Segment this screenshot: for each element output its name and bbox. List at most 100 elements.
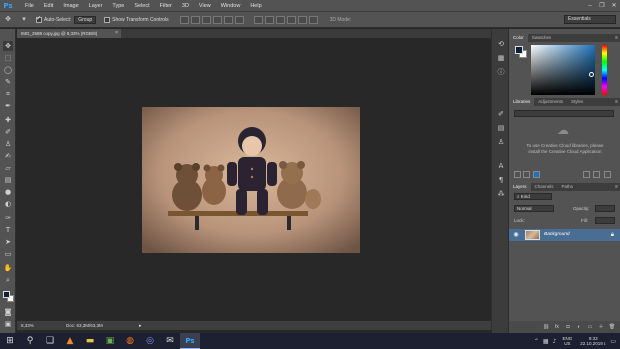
- visibility-eye-icon[interactable]: ◉: [512, 231, 520, 239]
- move-tool-icon[interactable]: ✥: [3, 41, 13, 51]
- brush-tool-icon[interactable]: ✐: [3, 127, 13, 137]
- library-add-color-icon[interactable]: [533, 171, 540, 178]
- tray-expand-icon[interactable]: ⌃: [534, 338, 539, 345]
- zoom-level[interactable]: 8,33%: [21, 321, 34, 331]
- screen-mode-icon[interactable]: ▣: [3, 319, 13, 329]
- tab-swatches[interactable]: Swatches: [528, 34, 556, 42]
- firefox-icon[interactable]: ◍: [120, 333, 140, 349]
- distribute-hcenter-icon[interactable]: [297, 15, 307, 24]
- foreground-color-swatch[interactable]: [3, 291, 10, 298]
- menu-view[interactable]: View: [194, 0, 216, 12]
- vlc-icon[interactable]: ▲: [60, 333, 80, 349]
- tab-color[interactable]: Color: [509, 34, 528, 42]
- blur-tool-icon[interactable]: ●: [3, 187, 13, 197]
- gradient-tool-icon[interactable]: ▤: [3, 175, 13, 185]
- canvas-area[interactable]: [17, 38, 491, 320]
- menu-file[interactable]: File: [20, 0, 39, 12]
- quick-mask-icon[interactable]: ◙: [3, 307, 13, 317]
- add-mask-icon[interactable]: ◘: [564, 324, 572, 331]
- clock[interactable]: 9:33 22.10.2019 г.: [580, 336, 606, 347]
- distribute-left-icon[interactable]: [286, 15, 296, 24]
- browser-app-icon[interactable]: ◎: [140, 333, 160, 349]
- library-grid-view-icon[interactable]: [514, 171, 521, 178]
- blend-mode-dropdown[interactable]: Normal: [514, 205, 554, 212]
- notifications-icon[interactable]: ▭: [610, 338, 616, 345]
- quick-select-tool-icon[interactable]: ✎: [3, 77, 13, 87]
- zoom-tool-icon[interactable]: ⌕: [3, 275, 13, 285]
- paragraph-panel-icon[interactable]: ¶: [496, 175, 506, 185]
- healing-brush-tool-icon[interactable]: ✚: [3, 115, 13, 125]
- color-picker-cursor[interactable]: [589, 72, 594, 77]
- layer-row-background[interactable]: ◉ Background 🔒︎: [509, 229, 620, 241]
- color-panel-foreground-swatch[interactable]: [515, 46, 523, 54]
- minimize-button[interactable]: –: [584, 0, 596, 12]
- clone-stamp-tool-icon[interactable]: ♙: [3, 139, 13, 149]
- library-delete-icon[interactable]: [604, 171, 611, 178]
- properties-panel-icon[interactable]: ▦: [496, 53, 506, 63]
- marquee-tool-icon[interactable]: ⬚: [3, 53, 13, 63]
- library-cloud-icon[interactable]: [593, 171, 600, 178]
- opacity-input[interactable]: [595, 205, 615, 212]
- menu-image[interactable]: Image: [58, 0, 83, 12]
- layer-filter-kind-dropdown[interactable]: ⌕ Kind: [514, 193, 552, 200]
- tab-styles[interactable]: Styles: [567, 98, 587, 106]
- align-vcenter-icon[interactable]: [190, 15, 200, 24]
- tool-preset-dropdown-icon[interactable]: ▾: [19, 15, 29, 25]
- document-image[interactable]: [142, 107, 360, 253]
- new-layer-icon[interactable]: ＋: [597, 324, 605, 331]
- align-hcenter-icon[interactable]: [223, 15, 233, 24]
- brush-presets-panel-icon[interactable]: ▤: [496, 123, 506, 133]
- workspace-dropdown[interactable]: Essentials: [564, 15, 616, 24]
- menu-3d[interactable]: 3D: [177, 0, 194, 12]
- volume-icon[interactable]: ♪: [553, 338, 557, 345]
- start-button-icon[interactable]: ⊞: [0, 333, 20, 349]
- align-left-icon[interactable]: [212, 15, 222, 24]
- pen-tool-icon[interactable]: ✑: [3, 213, 13, 223]
- layer-lock-icon[interactable]: 🔒︎: [611, 231, 614, 239]
- panel-menu-icon[interactable]: ≡: [615, 183, 618, 191]
- tab-paths[interactable]: Paths: [558, 183, 578, 191]
- layer-style-icon[interactable]: fx: [553, 324, 561, 331]
- close-button[interactable]: ✕: [608, 0, 620, 12]
- search-icon[interactable]: ⚲: [20, 333, 40, 349]
- task-view-icon[interactable]: ❑: [40, 333, 60, 349]
- panel-menu-icon[interactable]: ≡: [615, 98, 618, 106]
- input-language[interactable]: ENG US: [562, 336, 572, 346]
- link-layers-icon[interactable]: ⛓: [542, 324, 550, 331]
- color-picker-field[interactable]: [531, 45, 595, 95]
- menu-edit[interactable]: Edit: [39, 0, 58, 12]
- mail-app-icon[interactable]: ✉: [160, 333, 180, 349]
- close-tab-icon[interactable]: ×: [115, 29, 118, 38]
- network-icon[interactable]: ▦: [543, 338, 549, 345]
- menu-type[interactable]: Type: [107, 0, 129, 12]
- document-tab[interactable]: IMG_2588 copy.jpg @ 8,33% (RGB/8) ×: [17, 29, 121, 38]
- dodge-tool-icon[interactable]: ◐: [3, 199, 13, 209]
- menu-layer[interactable]: Layer: [84, 0, 108, 12]
- library-dropdown[interactable]: [514, 110, 614, 117]
- tab-adjustments[interactable]: Adjustments: [534, 98, 567, 106]
- crop-tool-icon[interactable]: ⌗: [3, 89, 13, 99]
- tab-channels[interactable]: Channels: [531, 183, 558, 191]
- lasso-tool-icon[interactable]: ◯: [3, 65, 13, 75]
- fill-input[interactable]: [595, 217, 615, 224]
- path-selection-tool-icon[interactable]: ➤: [3, 237, 13, 247]
- info-panel-icon[interactable]: ⓘ: [496, 67, 506, 77]
- auto-select-checkbox[interactable]: ✓: [36, 16, 42, 23]
- file-explorer-icon[interactable]: ▬: [80, 333, 100, 349]
- eraser-tool-icon[interactable]: ▱: [3, 163, 13, 173]
- menu-help[interactable]: Help: [245, 0, 266, 12]
- media-app-icon[interactable]: ▣: [100, 333, 120, 349]
- menu-select[interactable]: Select: [129, 0, 154, 12]
- rectangle-tool-icon[interactable]: ▭: [3, 249, 13, 259]
- adjustment-layer-icon[interactable]: ◐: [575, 324, 583, 331]
- library-list-view-icon[interactable]: [523, 171, 530, 178]
- clone-source-panel-icon[interactable]: ♙: [496, 137, 506, 147]
- restore-button[interactable]: ❐: [596, 0, 608, 12]
- hue-slider[interactable]: [602, 45, 607, 95]
- hand-tool-icon[interactable]: ✋: [3, 263, 13, 273]
- align-top-icon[interactable]: [179, 15, 189, 24]
- character-panel-icon[interactable]: A: [496, 161, 506, 171]
- layer-name[interactable]: Background: [544, 229, 570, 241]
- align-bottom-icon[interactable]: [201, 15, 211, 24]
- brush-panel-icon[interactable]: ✐: [496, 109, 506, 119]
